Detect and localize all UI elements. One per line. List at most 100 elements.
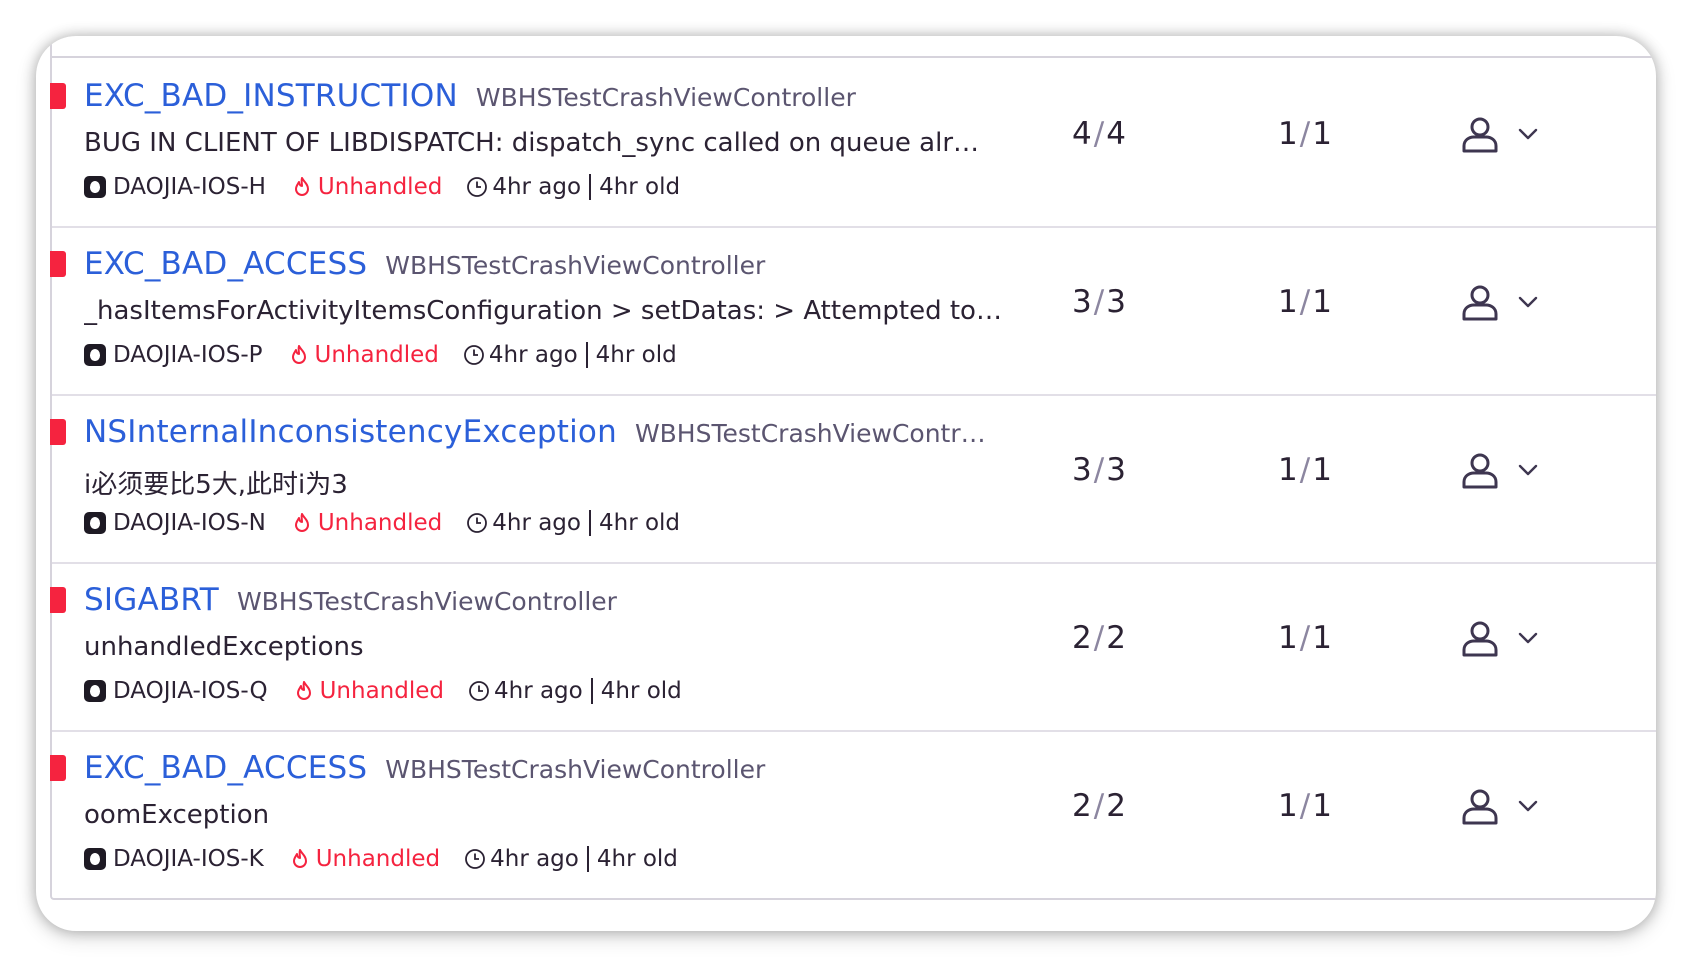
issue-meta: DAOJIA-IOS-Q Unhandled 4hr ago 4hr old: [84, 678, 682, 704]
level-indicator-error: [50, 755, 66, 781]
count-slash: /: [1299, 452, 1311, 488]
assignee-selector[interactable]: [1460, 282, 1538, 322]
events-filtered: 3: [1072, 284, 1092, 320]
issue-row[interactable]: EXC_BAD_ACCESS WBHSTestCrashViewControlle…: [50, 226, 1656, 396]
user-icon[interactable]: [1460, 282, 1500, 322]
mechanism-label: Unhandled: [319, 678, 444, 704]
last-seen: 4hr ago: [490, 846, 579, 872]
issue-meta: DAOJIA-IOS-K Unhandled 4hr ago 4hr old: [84, 846, 678, 872]
users-total: 1: [1312, 284, 1332, 320]
assignee-selector[interactable]: [1460, 618, 1538, 658]
clock-icon: [466, 512, 488, 534]
issue-type-link[interactable]: EXC_BAD_ACCESS: [84, 750, 367, 786]
flame-icon: [290, 848, 310, 870]
count-slash: /: [1093, 620, 1105, 656]
chevron-down-icon[interactable]: [1518, 464, 1538, 476]
events-total: 2: [1106, 788, 1126, 824]
users-filtered: 1: [1278, 116, 1298, 152]
user-icon[interactable]: [1460, 618, 1500, 658]
unhandled-badge: Unhandled: [292, 510, 442, 536]
assignee-selector[interactable]: [1460, 450, 1538, 490]
first-seen-age: 4hr old: [599, 174, 681, 200]
level-indicator-error: [50, 419, 66, 445]
apple-icon: [84, 512, 106, 534]
count-slash: /: [1299, 116, 1311, 152]
issue-short-id[interactable]: DAOJIA-IOS-K: [113, 846, 264, 872]
users-filtered: 1: [1278, 620, 1298, 656]
chevron-down-icon[interactable]: [1518, 800, 1538, 812]
issue-message: _hasItemsForActivityItemsConfiguration >…: [84, 296, 1002, 326]
issue-type-link[interactable]: SIGABRT: [84, 582, 219, 618]
user-icon[interactable]: [1460, 114, 1500, 154]
flame-icon: [292, 512, 312, 534]
events-filtered: 2: [1072, 620, 1092, 656]
issue-row[interactable]: NSInternalInconsistencyException WBHSTest…: [50, 394, 1656, 564]
issue-culprit: WBHSTestCrashViewController: [385, 755, 766, 784]
users-total: 1: [1312, 116, 1332, 152]
users-count: 1/1: [1278, 620, 1332, 656]
level-indicator-error: [50, 83, 66, 109]
events-total: 3: [1106, 284, 1126, 320]
apple-icon: [84, 680, 106, 702]
first-seen-age: 4hr old: [595, 342, 677, 368]
first-seen-age: 4hr old: [600, 678, 682, 704]
issue-title[interactable]: EXC_BAD_ACCESS WBHSTestCrashViewControlle…: [84, 246, 765, 282]
chevron-down-icon[interactable]: [1518, 296, 1538, 308]
user-icon[interactable]: [1460, 450, 1500, 490]
issue-message: unhandledExceptions: [84, 632, 364, 662]
mechanism-label: Unhandled: [314, 342, 439, 368]
clock-icon: [466, 176, 488, 198]
issue-short-id[interactable]: DAOJIA-IOS-N: [113, 510, 266, 536]
issue-short-id[interactable]: DAOJIA-IOS-H: [113, 174, 266, 200]
issue-title[interactable]: EXC_BAD_INSTRUCTION WBHSTestCrashViewCont…: [84, 78, 856, 114]
issue-short-id[interactable]: DAOJIA-IOS-Q: [113, 678, 268, 704]
events-count: 4/4: [1072, 116, 1126, 152]
issue-meta: DAOJIA-IOS-N Unhandled 4hr ago 4hr old: [84, 510, 680, 536]
apple-icon: [84, 848, 106, 870]
clock-icon: [463, 344, 485, 366]
issue-title[interactable]: EXC_BAD_ACCESS WBHSTestCrashViewControlle…: [84, 750, 765, 786]
events-total: 4: [1106, 116, 1126, 152]
issue-title[interactable]: NSInternalInconsistencyException WBHSTest…: [84, 414, 986, 450]
issue-row[interactable]: SIGABRT WBHSTestCrashViewController unhan…: [50, 562, 1656, 732]
users-count: 1/1: [1278, 284, 1332, 320]
events-total: 2: [1106, 620, 1126, 656]
chevron-down-icon[interactable]: [1518, 632, 1538, 644]
issue-culprit: WBHSTestCrashViewContr…: [634, 419, 986, 448]
events-filtered: 2: [1072, 788, 1092, 824]
events-filtered: 4: [1072, 116, 1092, 152]
flame-icon: [292, 176, 312, 198]
issue-type-link[interactable]: EXC_BAD_INSTRUCTION: [84, 78, 458, 114]
issue-message: i必须要比5大,此时i为3: [84, 470, 348, 500]
mechanism-label: Unhandled: [315, 846, 441, 872]
events-count: 2/2: [1072, 620, 1126, 656]
window-frame: EXC_BAD_INSTRUCTION WBHSTestCrashViewCont…: [36, 36, 1656, 931]
issue-type-link[interactable]: EXC_BAD_ACCESS: [84, 246, 367, 282]
assignee-selector[interactable]: [1460, 114, 1538, 154]
issue-culprit: WBHSTestCrashViewController: [385, 251, 766, 280]
unhandled-badge: Unhandled: [290, 846, 440, 872]
issue-short-id[interactable]: DAOJIA-IOS-P: [113, 342, 263, 368]
user-icon[interactable]: [1460, 786, 1500, 826]
chevron-down-icon[interactable]: [1518, 128, 1538, 140]
issue-time: 4hr ago 4hr old: [468, 678, 682, 704]
issue-time: 4hr ago 4hr old: [464, 846, 678, 872]
users-total: 1: [1312, 788, 1332, 824]
issue-meta: DAOJIA-IOS-P Unhandled 4hr ago 4hr old: [84, 342, 677, 368]
events-count: 2/2: [1072, 788, 1126, 824]
issue-row[interactable]: EXC_BAD_ACCESS WBHSTestCrashViewControlle…: [50, 730, 1656, 898]
issue-row[interactable]: EXC_BAD_INSTRUCTION WBHSTestCrashViewCont…: [50, 58, 1656, 228]
last-seen: 4hr ago: [488, 342, 578, 368]
issue-title[interactable]: SIGABRT WBHSTestCrashViewController: [84, 582, 617, 618]
issue-type-link[interactable]: NSInternalInconsistencyException: [84, 414, 617, 450]
users-count: 1/1: [1278, 452, 1332, 488]
users-filtered: 1: [1278, 284, 1298, 320]
count-slash: /: [1299, 620, 1311, 656]
events-count: 3/3: [1072, 452, 1126, 488]
clock-icon: [468, 680, 490, 702]
assignee-selector[interactable]: [1460, 786, 1538, 826]
unhandled-badge: Unhandled: [292, 174, 442, 200]
level-indicator-error: [50, 251, 66, 277]
count-slash: /: [1093, 116, 1105, 152]
flame-icon: [289, 344, 309, 366]
